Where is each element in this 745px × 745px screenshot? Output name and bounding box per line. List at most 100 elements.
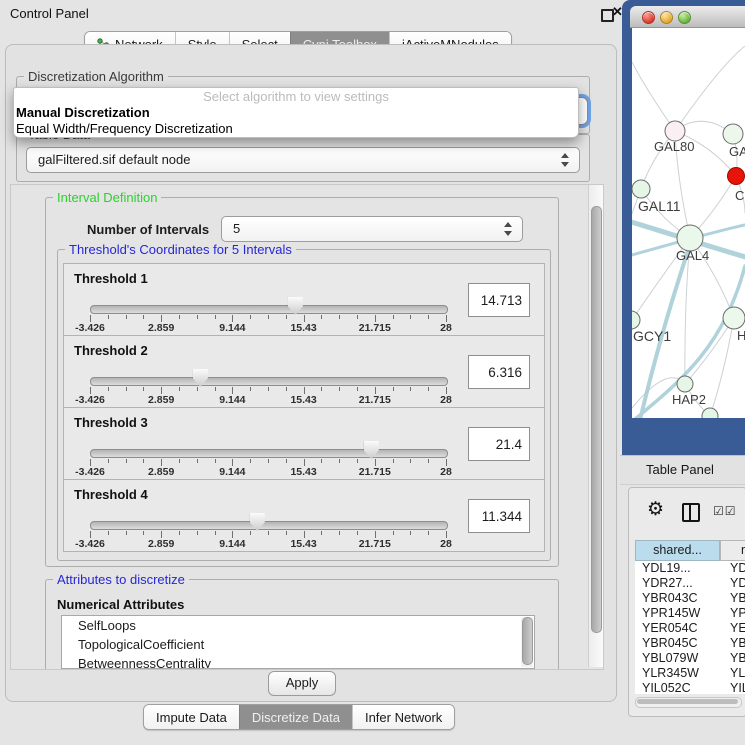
gear-icon[interactable]: ⚙ [647,498,664,521]
tick-mark [446,387,447,394]
node-hap2[interactable] [677,376,693,392]
dropdown-placeholder-item[interactable]: Select algorithm to view settings [14,89,578,105]
select-checkboxes-icon[interactable]: ☑☑ [713,504,737,518]
cell-shared-name[interactable]: YPR145W [635,606,720,621]
network-window-titlebar[interactable] [630,6,745,28]
threshold-2-slider-track[interactable] [90,377,448,386]
threshold-4-value-field[interactable]: 11.344 [468,499,530,533]
table-row[interactable]: YBL079WYBL0 [635,651,745,666]
cell-name[interactable]: YER0 [720,621,745,636]
node-top-right[interactable] [723,124,743,144]
tick-label: 15.43 [290,322,316,334]
table-row[interactable]: YDL19...YDL1 [635,561,745,576]
node-gal11[interactable] [632,180,650,198]
table-hscrollbar-thumb[interactable] [637,699,738,704]
cell-name[interactable]: YBR0 [720,636,745,651]
minimize-traffic-light-icon[interactable] [660,11,673,24]
table-row[interactable]: YBR043CYBR0 [635,591,745,606]
column-header-shared[interactable]: shared... [635,540,720,561]
cell-shared-name[interactable]: YDR27... [635,576,720,591]
tick-label: 2.859 [148,538,174,550]
cell-name[interactable]: YDR2 [720,576,745,591]
numerical-attributes-list[interactable]: SelfLoopsTopologicalCoefficientBetweenne… [61,615,535,669]
list-scrollbar[interactable] [521,617,533,667]
tick-mark [321,315,322,319]
apply-button[interactable]: Apply [268,671,336,696]
table-row[interactable]: YER054CYER0 [635,621,745,636]
table-row[interactable]: YBR045CYBR0 [635,636,745,651]
cell-shared-name[interactable]: YBR043C [635,591,720,606]
threshold-1-value-field[interactable]: 14.713 [468,283,530,317]
panel-title: Control Panel [10,6,89,21]
close-traffic-light-icon[interactable] [642,11,655,24]
settings-scroll-area: Interval Definition Number of Intervals … [10,184,604,670]
node-red-selected[interactable] [728,168,745,185]
table-row[interactable]: YDR27...YDR2 [635,576,745,591]
tick-mark [126,387,127,391]
number-of-intervals-value: 5 [222,217,522,241]
tab-discretize-data-label: Discretize Data [252,710,340,725]
attribute-list-item[interactable]: TopologicalCoefficient [62,635,534,654]
cell-shared-name[interactable]: YLR345W [635,666,720,681]
cell-name[interactable]: YDL1 [720,561,745,576]
tick-mark [357,459,358,463]
node-gcy1[interactable] [632,311,640,329]
cell-name[interactable]: YBR0 [720,591,745,606]
cell-shared-name[interactable]: YDL19... [635,561,720,576]
cell-shared-name[interactable]: YBL079W [635,651,720,666]
cell-name[interactable]: YLR3 [720,666,745,681]
tab-discretize-data[interactable]: Discretize Data [239,705,352,729]
tick-mark [250,459,251,463]
tick-mark [268,459,269,463]
cell-shared-name[interactable]: YIL052C [635,681,720,694]
number-of-intervals-label: Number of Intervals [87,222,209,237]
tick-mark [126,459,127,463]
tick-label: 9.144 [219,466,245,478]
tick-label: 2.859 [148,466,174,478]
column-header-name[interactable]: n [720,540,745,561]
node-h[interactable] [723,307,745,329]
cell-name[interactable]: YIL0 [720,681,745,694]
list-scrollbar-thumb[interactable] [522,617,533,665]
columns-icon[interactable] [682,503,700,522]
dropdown-option-equal-width[interactable]: Equal Width/Frequency Discretization [14,121,578,137]
table-row[interactable]: YLR345WYLR3 [635,666,745,681]
node-bottom[interactable] [702,408,718,418]
attribute-list-item[interactable]: SelfLoops [62,616,534,635]
table-hscrollbar[interactable] [635,697,742,708]
cell-name[interactable]: YBL0 [720,651,745,666]
table-panel-header: Table Panel [620,455,745,485]
zoom-traffic-light-icon[interactable] [678,11,691,24]
table-row[interactable]: YPR145WYPR1 [635,606,745,621]
cell-shared-name[interactable]: YER054C [635,621,720,636]
tab-impute-data[interactable]: Impute Data [144,705,239,729]
table-row[interactable]: YIL052CYIL0 [635,681,745,694]
node-gal80[interactable] [665,121,685,141]
tick-label: 9.144 [219,322,245,334]
tab-infer-network[interactable]: Infer Network [352,705,454,729]
cell-name[interactable]: YPR1 [720,606,745,621]
table-data-combo-value: galFiltered.sif default node [27,148,579,172]
combo-arrows-icon [561,152,570,168]
threshold-3-value-field[interactable]: 21.4 [468,427,530,461]
threshold-1-slider-track[interactable] [90,305,448,314]
number-of-intervals-combo[interactable]: 5 [221,216,523,242]
tick-mark [375,531,376,538]
settings-scrollbar[interactable] [588,185,603,667]
attribute-list-item[interactable]: BetweennessCentrality [62,654,534,669]
tick-mark [428,315,429,319]
dropdown-option-manual[interactable]: Manual Discretization [14,105,578,121]
table-panel-title: Table Panel [646,462,714,477]
threshold-2-value-field[interactable]: 6.316 [468,355,530,389]
threshold-3-slider-track[interactable] [90,449,448,458]
tick-mark [339,531,340,535]
cell-shared-name[interactable]: YBR045C [635,636,720,651]
tick-mark [268,531,269,535]
network-canvas[interactable]: GAL80 GA C GAL11 GAL4 GCY1 H HAP2 [632,28,745,418]
table-data-combo[interactable]: galFiltered.sif default node [26,147,580,173]
threshold-4-slider-track[interactable] [90,521,448,530]
tick-mark [304,459,305,466]
table-body: YDL19...YDL1YDR27...YDR2YBR043CYBR0YPR14… [635,561,745,694]
settings-scrollbar-thumb[interactable] [591,206,602,633]
tick-mark [197,315,198,319]
